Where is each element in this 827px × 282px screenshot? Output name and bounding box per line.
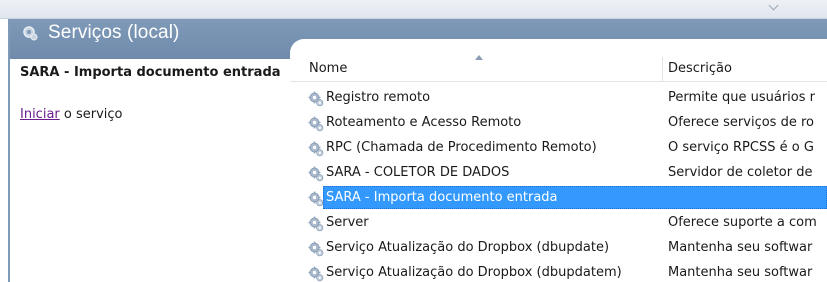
- column-header-description[interactable]: Descrição: [668, 57, 827, 81]
- gear-icon: [308, 216, 324, 232]
- services-icon: [23, 26, 38, 41]
- service-name: Registro remoto: [326, 90, 431, 105]
- gear-icon: [308, 141, 324, 157]
- service-name: Serviço Atualização do Dropbox (dbupdate…: [326, 240, 610, 255]
- table-row[interactable]: RPC (Chamada de Procedimento Remoto) O se…: [290, 136, 827, 161]
- service-description: Mantenha seu softwar: [668, 265, 813, 280]
- table-row[interactable]: Roteamento e Acesso Remoto Oferece serviç…: [290, 111, 827, 136]
- service-name: Serviço Atualização do Dropbox (dbupdate…: [326, 265, 622, 280]
- gear-icon: [308, 166, 324, 182]
- service-name: SARA - Importa documento entrada: [326, 190, 558, 205]
- service-detail-pane: SARA - Importa documento entrada Iniciar…: [10, 59, 290, 282]
- table-row[interactable]: Registro remoto Permite que usuários r: [290, 86, 827, 111]
- page-title: Serviços (local): [48, 22, 180, 43]
- gear-icon: [308, 116, 324, 132]
- services-list: Registro remoto Permite que usuários r Rot…: [290, 86, 827, 282]
- column-header-name[interactable]: Nome: [309, 57, 663, 81]
- start-service-suffix: o serviço: [59, 107, 123, 122]
- service-name: RPC (Chamada de Procedimento Remoto): [326, 140, 597, 155]
- service-name: Server: [326, 215, 369, 230]
- table-row[interactable]: Serviço Atualização do Dropbox (dbupdate…: [290, 236, 827, 261]
- service-description: Servidor de coletor de: [668, 165, 813, 180]
- gear-icon: [308, 266, 324, 282]
- service-description: O serviço RPCSS é o G: [668, 140, 814, 155]
- service-description: Mantenha seu softwar: [668, 240, 813, 255]
- table-row[interactable]: Serviço Atualização do Dropbox (dbupdate…: [290, 261, 827, 282]
- table-row[interactable]: SARA - COLETOR DE DADOS Servidor de colet…: [290, 161, 827, 186]
- service-description: Oferece serviços de ro: [668, 115, 814, 130]
- table-row[interactable]: Server Oferece suporte a com: [290, 211, 827, 236]
- start-service-link[interactable]: Iniciar: [20, 107, 60, 122]
- table-row[interactable]: SARA - Importa documento entrada: [290, 186, 827, 211]
- services-list-panel: Nome Descrição Registro remoto Permite qu…: [290, 39, 827, 282]
- top-toolbar-strip: [0, 0, 827, 19]
- gear-icon: [308, 91, 324, 107]
- selected-service-title: SARA - Importa documento entrada: [20, 65, 281, 80]
- column-header-row: Nome Descrição: [290, 57, 827, 82]
- gear-icon: [308, 191, 324, 207]
- start-service-action: Iniciar o serviço: [20, 107, 123, 122]
- chevron-down-icon[interactable]: [768, 0, 779, 11]
- service-description: Oferece suporte a com: [668, 215, 817, 230]
- service-description: Permite que usuários r: [668, 90, 815, 105]
- gear-icon: [308, 241, 324, 257]
- service-name: Roteamento e Acesso Remoto: [326, 115, 522, 130]
- service-name: SARA - COLETOR DE DADOS: [326, 165, 510, 180]
